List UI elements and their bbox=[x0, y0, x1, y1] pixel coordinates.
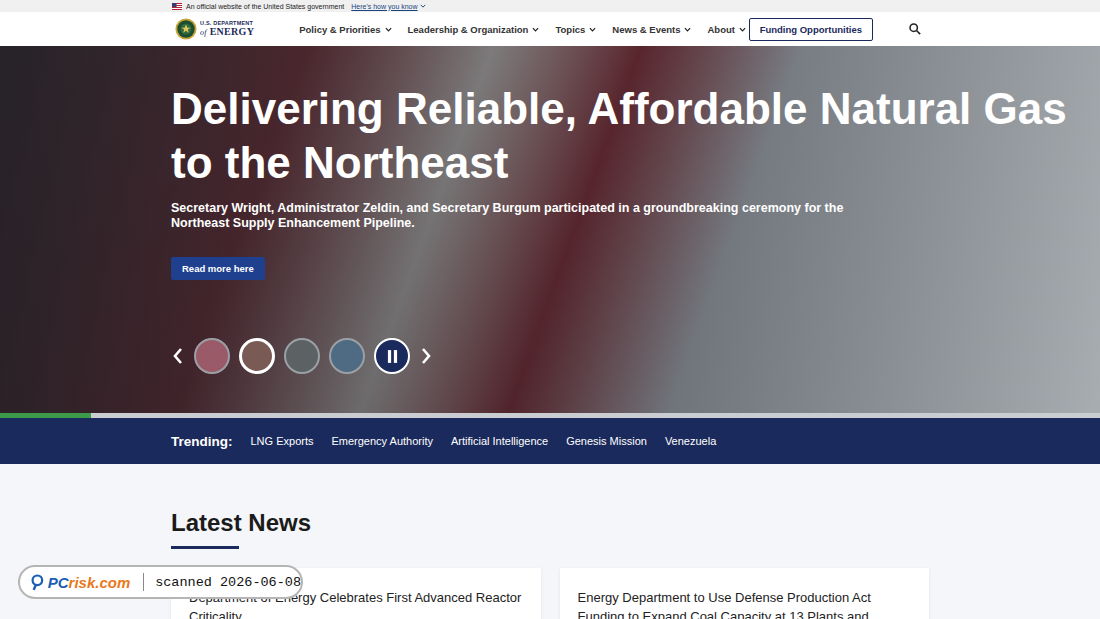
logo-line2: of ENERGY bbox=[200, 27, 254, 37]
gov-banner: An official website of the United States… bbox=[0, 0, 1100, 12]
slide-thumbnail[interactable] bbox=[284, 338, 320, 374]
chevron-icon bbox=[420, 4, 426, 8]
how-you-know-link[interactable]: Here's how you know bbox=[351, 3, 425, 10]
slide-thumbnail[interactable] bbox=[239, 338, 275, 374]
news-card[interactable]: Energy Department to Use Defense Product… bbox=[560, 568, 930, 619]
search-button[interactable] bbox=[909, 23, 921, 35]
page: An official website of the United States… bbox=[0, 0, 1100, 619]
chevron-right-icon bbox=[421, 348, 431, 364]
news-title: Energy Department to Use Defense Product… bbox=[578, 590, 871, 619]
main-nav: Policy & Priorities Leadership & Organiz… bbox=[299, 24, 746, 35]
hero-subtitle: Secretary Wright, Administrator Zeldin, … bbox=[171, 201, 871, 231]
hero-title: Delivering Reliable, Affordable Natural … bbox=[171, 82, 1091, 189]
nav-item[interactable]: Leadership & Organization bbox=[408, 24, 540, 35]
hero-carousel: Delivering Reliable, Affordable Natural … bbox=[0, 46, 1100, 413]
heading-underline bbox=[171, 546, 239, 549]
funding-opportunities-button[interactable]: Funding Opportunities bbox=[749, 18, 873, 41]
chevron-down-icon bbox=[684, 27, 691, 32]
nav-item[interactable]: Policy & Priorities bbox=[299, 24, 391, 35]
nav-item[interactable]: About bbox=[707, 24, 745, 35]
scan-watermark: PCrisk.com scanned 2026-06-08 bbox=[18, 565, 303, 599]
nav-item[interactable]: Topics bbox=[555, 24, 596, 35]
chevron-down-icon bbox=[385, 27, 392, 32]
watermark-brand: PCrisk.com bbox=[48, 574, 131, 591]
trending-link[interactable]: Emergency Authority bbox=[331, 435, 433, 447]
carousel-controls bbox=[171, 338, 1100, 374]
watermark-text: scanned 2026-06-08 bbox=[155, 575, 301, 590]
seal-icon bbox=[175, 18, 197, 40]
site-header: U.S. DEPARTMENT of ENERGY Policy & Prior… bbox=[0, 12, 1100, 46]
pause-button[interactable] bbox=[374, 338, 410, 374]
separator bbox=[143, 573, 144, 591]
trending-label: Trending: bbox=[171, 434, 233, 449]
flag-icon bbox=[172, 3, 182, 10]
chevron-down-icon bbox=[532, 27, 539, 32]
slide-thumbnail[interactable] bbox=[329, 338, 365, 374]
trending-link[interactable]: Venezuela bbox=[665, 435, 716, 447]
chevron-left-icon bbox=[173, 348, 183, 364]
next-slide-button[interactable] bbox=[419, 348, 433, 364]
pause-icon bbox=[387, 350, 398, 363]
prev-slide-button[interactable] bbox=[171, 348, 185, 364]
banner-text: An official website of the United States… bbox=[186, 3, 344, 10]
magnifier-icon bbox=[30, 573, 45, 592]
trending-bar: Trending: LNG Exports Emergency Authority… bbox=[0, 418, 1100, 464]
slide-thumbnail[interactable] bbox=[194, 338, 230, 374]
search-icon bbox=[909, 23, 921, 35]
trending-link[interactable]: Genesis Mission bbox=[566, 435, 647, 447]
nav-item[interactable]: News & Events bbox=[612, 24, 691, 35]
trending-link[interactable]: LNG Exports bbox=[251, 435, 314, 447]
chevron-down-icon bbox=[739, 27, 746, 32]
news-heading: Latest News bbox=[171, 508, 929, 538]
trending-link[interactable]: Artificial Intelligence bbox=[451, 435, 548, 447]
chevron-down-icon bbox=[589, 27, 596, 32]
doe-logo[interactable]: U.S. DEPARTMENT of ENERGY bbox=[175, 18, 254, 40]
read-more-button[interactable]: Read more here bbox=[171, 257, 265, 280]
